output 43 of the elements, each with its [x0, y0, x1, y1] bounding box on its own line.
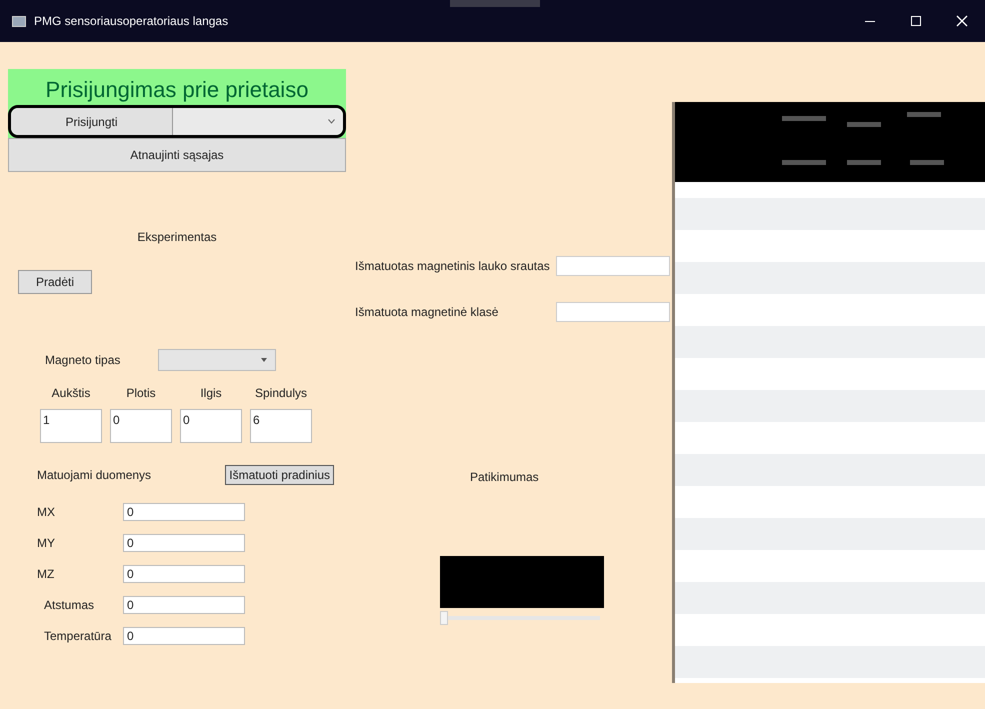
dimension-field[interactable]: 1: [40, 409, 102, 443]
port-dropdown[interactable]: [173, 108, 343, 135]
measurement-label: Atstumas: [44, 597, 96, 614]
dimension-label: Plotis: [126, 385, 156, 402]
maximize-icon: [911, 16, 921, 26]
dimension-field[interactable]: 0: [110, 409, 172, 443]
dimension-label: Spindulys: [254, 385, 308, 402]
measurement-field[interactable]: 0: [123, 596, 245, 614]
result-label: Išmatuota magnetinė klasė: [355, 304, 500, 321]
measurement-field[interactable]: 0: [123, 627, 245, 645]
measurement-label: Temperatūra: [44, 628, 112, 645]
reliability-slider[interactable]: [440, 611, 600, 625]
reliability-label: Patikimumas: [470, 469, 540, 486]
start-button[interactable]: Pradėti: [18, 270, 92, 294]
measurement-label: MY: [37, 535, 56, 552]
refresh-button[interactable]: Atnaujinti sąsajas: [8, 138, 346, 172]
measured-data-title: Matuojami duomenys: [37, 467, 152, 484]
result-label: Išmatuotas magnetinis lauko srautas: [355, 258, 551, 275]
measurement-label: MZ: [37, 566, 56, 583]
caret-down-icon: [261, 358, 268, 362]
window-title: PMG sensoriausoperatoriaus langas: [34, 13, 228, 30]
measure-initial-button[interactable]: Išmatuoti pradinius: [225, 465, 334, 485]
result-field[interactable]: [556, 302, 670, 322]
dimension-field[interactable]: 6: [250, 409, 312, 443]
experiment-title: Eksperimentas: [137, 229, 217, 246]
magnet-type-label: Magneto tipas: [45, 352, 120, 369]
dimension-label: Ilgis: [200, 385, 222, 402]
dimension-label: Aukštis: [52, 385, 90, 402]
dimension-field[interactable]: 0: [180, 409, 242, 443]
slider-thumb[interactable]: [440, 611, 448, 625]
measurement-field[interactable]: 0: [123, 503, 245, 521]
magnet-type-dropdown[interactable]: [158, 349, 276, 371]
connection-title: Prisijungimas prie prietaiso: [46, 76, 308, 104]
connect-button[interactable]: Prisijungti: [11, 108, 173, 135]
app-icon: [12, 16, 26, 26]
chevron-down-icon: [328, 119, 335, 124]
measurement-field[interactable]: 0: [123, 534, 245, 552]
close-icon: [956, 15, 968, 27]
result-field[interactable]: [556, 256, 670, 276]
minimize-icon: [865, 20, 875, 22]
measurement-field[interactable]: 0: [123, 565, 245, 583]
measurement-label: MX: [37, 504, 56, 521]
drag-handle-icon: [450, 0, 540, 7]
